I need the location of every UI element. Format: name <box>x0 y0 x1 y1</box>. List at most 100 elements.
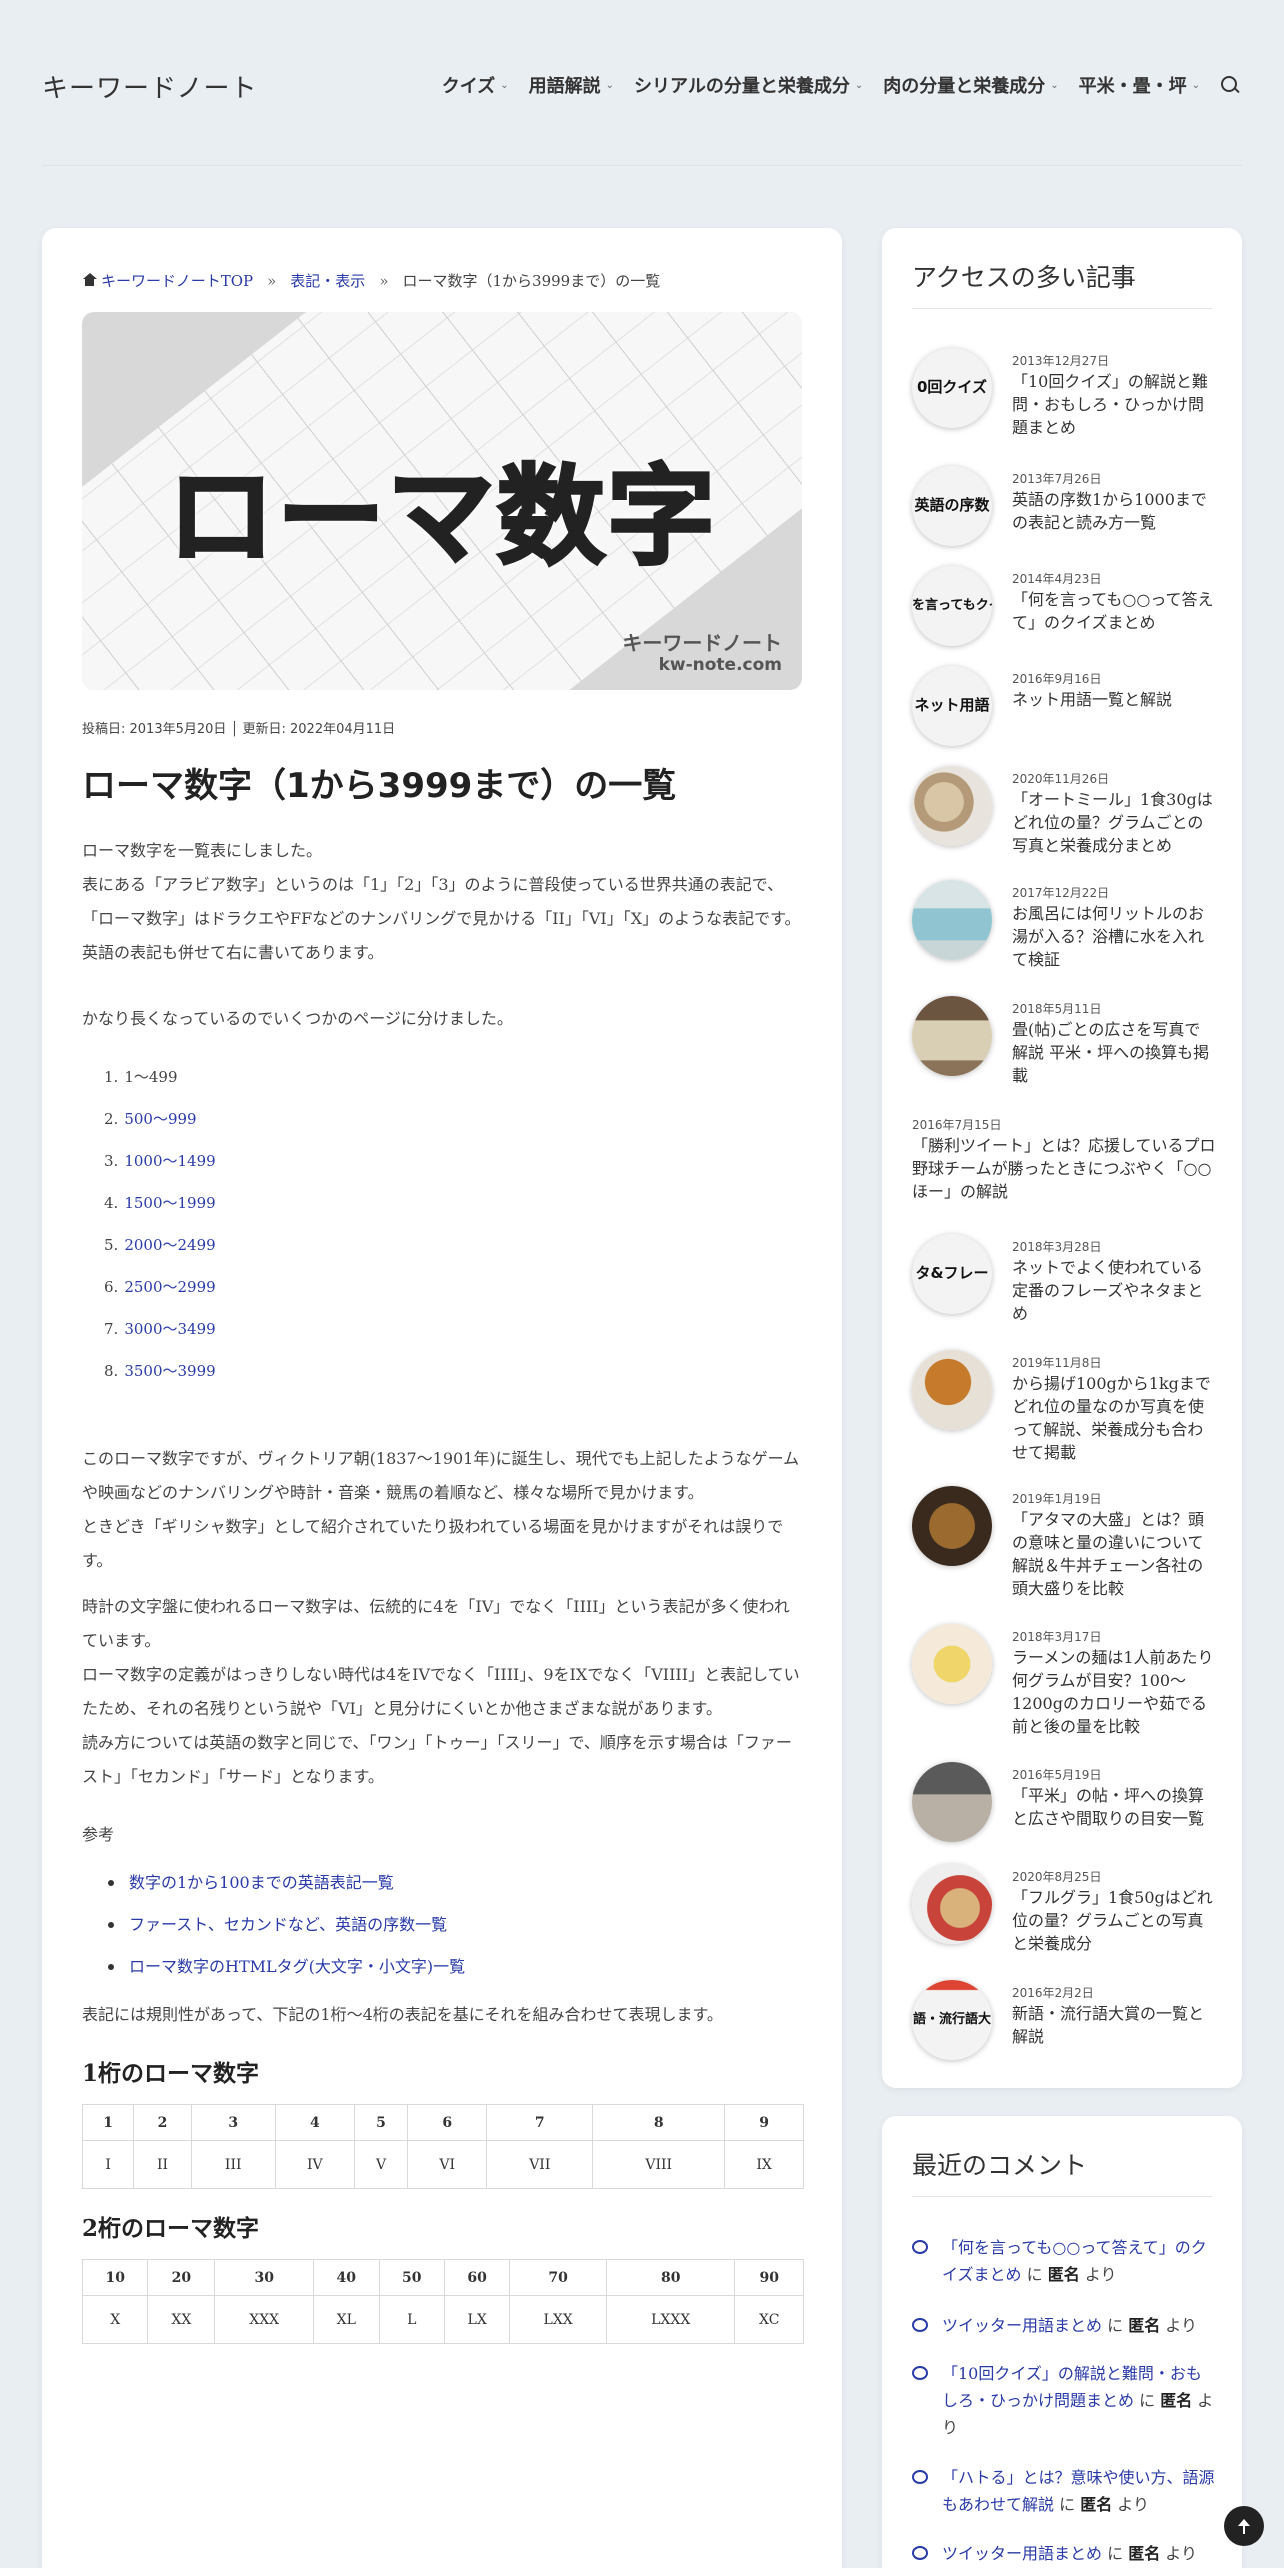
article-date: 2017年12月22日 <box>1012 886 1110 900</box>
article-thumbnail <box>912 1624 992 1704</box>
history-text: ときどき「ギリシャ数字」として紹介されていたり扱われている場面を見かけますがそれ… <box>82 1517 784 1570</box>
nav-label: シリアルの分量と栄養成分 <box>634 76 850 97</box>
table-cell: IV <box>274 2140 356 2189</box>
article-title: 「勝利ツイート」とは？応援しているプロ野球チームが勝ったときにつぶやく「○○ほー… <box>912 1136 1216 1201</box>
comment-post-link[interactable]: ツイッター用語まとめ <box>942 2544 1102 2563</box>
popular-item[interactable]: 語・流行語大 2016年2月2日 新語・流行語大賞の一覧と解説 <box>912 1980 1216 2062</box>
site-logo[interactable]: キーワードノート <box>42 68 257 105</box>
breadcrumb-category[interactable]: 表記・表示 <box>290 270 365 291</box>
article-thumbnail: 語・流行語大 <box>912 1980 992 2060</box>
nav-item-cereal[interactable]: シリアルの分量と栄養成分 ⌄ <box>634 72 863 98</box>
comment-post-link[interactable]: ツイッター用語まとめ <box>942 2316 1102 2335</box>
chevron-down-icon: ⌄ <box>500 79 509 91</box>
page-link[interactable]: 2500～2999 <box>124 1278 215 1296</box>
article-thumbnail <box>912 1864 992 1944</box>
page-link[interactable]: 1000～1499 <box>124 1152 215 1170</box>
ref-link[interactable]: 数字の1から100までの英語表記一覧 <box>129 1873 394 1892</box>
page-link[interactable]: 3500～3999 <box>124 1362 215 1380</box>
popular-item[interactable]: 2019年1月19日 「アタマの大盛」とは？頭の意味と量の違いについて解説＆牛丼チ… <box>912 1486 1216 1598</box>
nav-item-meat[interactable]: 肉の分量と栄養成分 ⌄ <box>883 72 1058 98</box>
popular-item[interactable]: 2019年11月8日 から揚げ100gから1kgまでどれ位の量なのか写真を使って解… <box>912 1350 1216 1462</box>
table-header-cell: 70 <box>509 2259 607 2296</box>
table-cell: LXXX <box>605 2295 736 2344</box>
popular-item[interactable]: 2016年7月15日 「勝利ツイート」とは？応援しているプロ野球チームが勝ったとき… <box>912 1116 1216 1201</box>
popular-item[interactable]: 2017年12月22日 お風呂には何リットルのお湯が入る？浴槽に水を入れて検証 <box>912 880 1216 969</box>
popular-item[interactable]: 2016年5月19日 「平米」の帖・坪への換算と広さや間取りの目安一覧 <box>912 1762 1216 1844</box>
popular-item[interactable]: 2020年8月25日 「フルグラ」1食50gはどれ位の量？グラムごとの写真と栄養成… <box>912 1864 1216 1953</box>
table-header-cell: 3 <box>190 2104 276 2141</box>
page-list: 1. 1～499 2. 500～999 3. 1000～1499 4. 1500～199… <box>104 1056 804 1392</box>
search-icon[interactable] <box>1220 75 1240 95</box>
thumb-text: タ&フレー <box>915 1264 989 1282</box>
table-cell: LXX <box>509 2295 607 2344</box>
ref-item: ファースト、セカンドなど、英語の序数一覧 <box>104 1904 804 1946</box>
site-header: キーワードノート クイズ ⌄ 用語解説 ⌄ シリアルの分量と栄養成分 ⌄ 肉の分量と栄… <box>0 0 1284 168</box>
nav-item-glossary[interactable]: 用語解説 ⌄ <box>529 72 614 98</box>
popular-item[interactable]: 英語の序数 2013年7月26日 英語の序数1から1000までの表記と読み方一覧 <box>912 466 1216 548</box>
thumb-text: 0回クイズ <box>917 378 987 396</box>
popular-item[interactable]: 2020年11月26日 「オートミール」1食30gはどれ位の量？グラムごとの写真と… <box>912 766 1216 855</box>
article-date: 2018年3月28日 <box>1012 1240 1102 1254</box>
page-link[interactable]: 2000～2499 <box>124 1236 215 1254</box>
table-header-cell: 30 <box>214 2259 315 2296</box>
article-thumbnail: 英語の序数 <box>912 466 992 546</box>
recent-comments-widget: 最近のコメント 「何を言っても○○って答えて」のクイズまとめ に 匿名 より ツ… <box>882 2116 1242 2568</box>
popular-item[interactable]: タ&フレー 2018年3月28日 ネットでよく使われている定番のフレーズやネタまと… <box>912 1234 1216 1323</box>
back-to-top-button[interactable] <box>1224 2506 1264 2546</box>
popular-item[interactable]: ネット用語 2016年9月16日 ネット用語一覧と解説 <box>912 666 1216 748</box>
ref-link[interactable]: ローマ数字のHTMLタグ(大文字・小文字)一覧 <box>129 1957 465 1976</box>
article-date: 2018年3月17日 <box>1012 1630 1102 1644</box>
comments-title: 最近のコメント <box>912 2146 1212 2197</box>
popular-item[interactable]: 2018年5月11日 畳(帖)ごとの広さを写真で解説 平米・坪への換算も掲載 <box>912 996 1216 1085</box>
clock-text: ローマ数字の定義がはっきりしない時代は4をIVでなく「IIII」、9をIXでなく… <box>82 1665 800 1718</box>
table-cell: XX <box>147 2295 216 2344</box>
article-title: 「オートミール」1食30gはどれ位の量？グラムごとの写真と栄養成分まとめ <box>1012 790 1213 855</box>
article-thumbnail <box>912 1762 992 1842</box>
global-nav: クイズ ⌄ 用語解説 ⌄ シリアルの分量と栄養成分 ⌄ 肉の分量と栄養成分 ⌄ 平米・畳… <box>442 72 1240 98</box>
table-cell: IX <box>724 2140 804 2189</box>
table-header-cell: 2 <box>133 2104 192 2141</box>
article-title: から揚げ100gから1kgまでどれ位の量なのか写真を使って解説、栄養成分も合わせ… <box>1012 1374 1211 1462</box>
nav-item-quiz[interactable]: クイズ ⌄ <box>442 72 509 98</box>
popular-item[interactable]: を言ってもクイ 2014年4月23日「何を言っても○○って答えて」のクイズまとめ <box>912 566 1216 648</box>
page-range-current: 1～499 <box>124 1068 178 1086</box>
article-thumbnail: タ&フレー <box>912 1234 992 1314</box>
chevron-down-icon: ⌄ <box>605 79 614 91</box>
comment-author: 匿名 <box>1128 2316 1161 2335</box>
article-date: 2020年8月25日 <box>1012 1870 1102 1884</box>
article-thumbnail: ネット用語 <box>912 666 992 746</box>
page-link[interactable]: 1500～1999 <box>124 1194 215 1212</box>
table-cell: I <box>81 2140 135 2189</box>
page-list-item: 8. 3500～3999 <box>104 1362 216 1380</box>
article-thumbnail <box>912 1486 992 1566</box>
clock-text: 読み方については英語の数字と同じで、「ワン」「トゥー」「スリー」で、順序を示す場… <box>82 1733 792 1786</box>
table-header-cell: 90 <box>734 2259 804 2296</box>
page-list-item: 5. 2000～2499 <box>104 1236 216 1254</box>
comment-author: 匿名 <box>1160 2391 1193 2410</box>
ref-link[interactable]: ファースト、セカンドなど、英語の序数一覧 <box>129 1915 447 1934</box>
ref-list: 数字の1から100までの英語表記一覧 ファースト、セカンドなど、英語の序数一覧 … <box>104 1862 804 1988</box>
comment-item: 「10回クイズ」の解説と難問・おもしろ・ひっかけ問題まとめ に 匿名 より <box>912 2360 1216 2441</box>
page-link[interactable]: 3000～3499 <box>124 1320 215 1338</box>
table-cell: XC <box>734 2295 804 2344</box>
article-title: 「10回クイズ」の解説と難問・おもしろ・ひっかけ問題まとめ <box>1012 372 1208 437</box>
ref-label: 参考 <box>82 1825 115 1844</box>
page-link[interactable]: 500～999 <box>124 1110 196 1128</box>
breadcrumb-home-label: キーワードノートTOP <box>101 272 254 290</box>
popular-title: アクセスの多い記事 <box>912 258 1212 309</box>
nav-item-area[interactable]: 平米・畳・坪 ⌄ <box>1079 72 1200 98</box>
popular-item[interactable]: 2018年3月17日 ラーメンの麺は1人前あたり何グラムが目安？100～1200g… <box>912 1624 1216 1736</box>
popular-item[interactable]: 0回クイズ 2013年12月27日 「10回クイズ」の解説と難問・おもしろ・ひっか… <box>912 348 1216 437</box>
comment-suffix: より <box>1079 2265 1117 2284</box>
breadcrumb-home[interactable]: キーワードノートTOP <box>82 270 253 291</box>
article-date: 2013年7月26日 <box>1012 472 1102 486</box>
table-cell: VIII <box>592 2140 726 2189</box>
breadcrumb-separator: » <box>379 271 389 290</box>
nav-label: 肉の分量と栄養成分 <box>883 76 1046 97</box>
comment-bubble-icon <box>912 2318 928 2332</box>
popular-articles-widget: アクセスの多い記事 0回クイズ 2013年12月27日 「10回クイズ」の解説と難… <box>882 228 1242 2088</box>
table-header-row: 10 20 30 40 50 60 70 80 90 <box>81 2259 804 2296</box>
comment-connector: に <box>1021 2265 1048 2284</box>
table-header-cell: 80 <box>605 2259 736 2296</box>
ref-item: 数字の1から100までの英語表記一覧 <box>104 1862 804 1904</box>
